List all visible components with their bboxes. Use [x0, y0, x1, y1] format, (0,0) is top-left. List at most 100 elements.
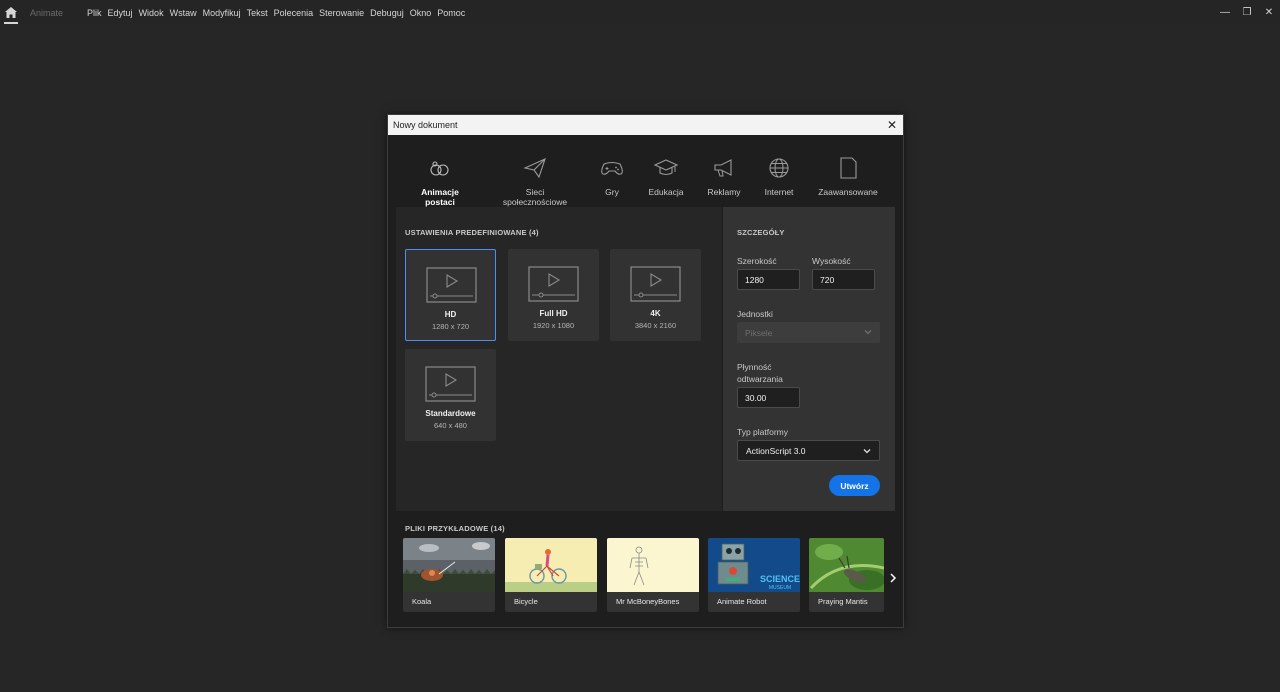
height-input[interactable]: 720	[812, 269, 875, 290]
width-label: Szerokość	[737, 256, 777, 266]
preset-hd[interactable]: HD 1280 x 720	[405, 249, 496, 341]
platform-label: Typ platformy	[737, 427, 789, 437]
preset-name: HD	[444, 310, 457, 319]
graduation-cap-icon	[653, 159, 679, 176]
new-document-dialog: Nowy dokument ✕ Animacje postaci Sieci s…	[387, 114, 904, 628]
minimize-button[interactable]: —	[1214, 0, 1236, 25]
sample-name: Praying Mantis	[818, 597, 868, 606]
menu-edytuj[interactable]: Edytuj	[108, 8, 133, 18]
width-input[interactable]: 1280	[737, 269, 800, 290]
tab-label: Animacje postaci	[421, 187, 459, 207]
dialog-close-button[interactable]: ✕	[886, 118, 898, 132]
thumb-text-science: SCIENCE	[760, 574, 800, 584]
chevron-down-icon	[863, 449, 871, 454]
close-app-button[interactable]: ✕	[1258, 0, 1280, 25]
units-value: Piksele	[745, 327, 773, 338]
dialog-titlebar: Nowy dokument ✕	[388, 115, 903, 135]
restore-button[interactable]: ❐	[1236, 0, 1258, 25]
presets-title: USTAWIENIA PREDEFINIOWANE (4)	[405, 228, 539, 237]
gamepad-icon	[601, 161, 623, 175]
tab-reklamy[interactable]: Reklamy	[704, 157, 744, 197]
menu-tekst[interactable]: Tekst	[247, 8, 268, 18]
paper-plane-icon	[523, 157, 546, 179]
details-title: SZCZEGÓŁY	[737, 228, 785, 237]
mantis-thumbnail	[809, 538, 884, 592]
dialog-title: Nowy dokument	[393, 120, 458, 130]
tab-label: Sieci społecznościowe	[502, 187, 568, 207]
preset-name: Standardowe	[425, 409, 476, 418]
skeleton-thumbnail	[607, 538, 699, 592]
preset-size: 1280 x 720	[431, 322, 470, 331]
preset-size: 640 x 480	[434, 421, 467, 430]
sample-bicycle[interactable]: Bicycle	[505, 538, 597, 612]
character-animation-icon	[430, 161, 449, 176]
samples-title: PLIKI PRZYKŁADOWE (14)	[405, 524, 505, 533]
menu-okno[interactable]: Okno	[410, 8, 432, 18]
platform-value: ActionScript 3.0	[746, 445, 806, 456]
home-button[interactable]	[0, 0, 22, 25]
menu-sterowanie[interactable]: Sterowanie	[319, 8, 364, 18]
tab-label: Zaawansowane	[818, 187, 878, 197]
sample-name: Bicycle	[514, 597, 538, 606]
preset-name: Full HD	[539, 309, 568, 318]
units-select: Piksele	[737, 322, 880, 343]
tab-gry[interactable]: Gry	[596, 157, 628, 197]
preset-standardowe[interactable]: Standardowe 640 x 480	[405, 349, 496, 441]
video-preset-icon	[630, 266, 681, 302]
tab-edukacja[interactable]: Edukacja	[645, 157, 687, 197]
sample-name: Animate Robot	[717, 597, 767, 606]
koala-thumbnail	[403, 538, 495, 592]
video-preset-icon	[425, 366, 476, 402]
details-panel: SZCZEGÓŁY Szerokość 1280 Wysokość 720 Je…	[723, 207, 895, 511]
sample-praying-mantis[interactable]: Praying Mantis	[809, 538, 884, 612]
menu-plik[interactable]: Plik	[87, 8, 102, 18]
home-icon	[5, 7, 17, 18]
globe-icon	[769, 158, 789, 178]
preset-size: 3840 x 2160	[634, 321, 677, 330]
height-label: Wysokość	[812, 256, 851, 266]
sample-name: Koala	[412, 597, 432, 606]
home-active-indicator	[4, 22, 18, 24]
tab-label: Internet	[764, 187, 794, 197]
sample-animate-robot[interactable]: SCIENCE MUSEUM Animate Robot	[708, 538, 800, 612]
tab-zaawansowane[interactable]: Zaawansowane	[816, 157, 880, 197]
menu-debuguj[interactable]: Debuguj	[370, 8, 404, 18]
window-controls: — ❐ ✕	[1214, 0, 1280, 25]
menu-polecenia[interactable]: Polecenia	[274, 8, 314, 18]
chevron-down-icon	[864, 330, 872, 335]
sample-mr-mcboneybones[interactable]: Mr McBoneyBones	[607, 538, 699, 612]
preset-full-hd[interactable]: Full HD 1920 x 1080	[508, 249, 599, 341]
menu-wstaw[interactable]: Wstaw	[170, 8, 197, 18]
tab-animacje-postaci[interactable]: Animacje postaci	[408, 157, 472, 214]
category-tabs: Animacje postaci Sieci społecznościowe G…	[388, 135, 903, 214]
framerate-input[interactable]: 30.00	[737, 387, 800, 408]
menu-modyfikuj[interactable]: Modyfikuj	[203, 8, 241, 18]
chevron-right-icon[interactable]	[888, 572, 898, 584]
tab-internet[interactable]: Internet	[761, 157, 797, 197]
bicycle-thumbnail	[505, 538, 597, 592]
tab-label: Edukacja	[648, 187, 684, 197]
tab-label: Reklamy	[707, 187, 741, 197]
platform-select[interactable]: ActionScript 3.0	[737, 440, 880, 461]
preset-4k[interactable]: 4K 3840 x 2160	[610, 249, 701, 341]
tab-sieci-spolecznosciowe[interactable]: Sieci społecznościowe	[495, 157, 575, 207]
megaphone-icon	[714, 159, 732, 177]
video-preset-icon	[426, 267, 477, 303]
create-button[interactable]: Utwórz	[829, 475, 880, 496]
presets-panel: USTAWIENIA PREDEFINIOWANE (4) HD 1280 x …	[396, 207, 722, 511]
framerate-label-line1: Płynność	[737, 362, 772, 372]
tab-label: Gry	[605, 187, 619, 197]
sample-files-panel: PLIKI PRZYKŁADOWE (14) Koala Bicycle Mr …	[396, 512, 898, 622]
preset-size: 1920 x 1080	[532, 321, 575, 330]
video-preset-icon	[528, 266, 579, 302]
menu-pomoc[interactable]: Pomoc	[437, 8, 465, 18]
menu-bar: Animate Plik Edytuj Widok Wstaw Modyfiku…	[0, 0, 1280, 25]
menu-widok[interactable]: Widok	[139, 8, 164, 18]
robot-thumbnail: SCIENCE MUSEUM	[708, 538, 800, 592]
units-label: Jednostki	[737, 309, 773, 319]
sample-koala[interactable]: Koala	[403, 538, 495, 612]
thumb-text-museum: MUSEUM	[769, 585, 791, 591]
app-name: Animate	[30, 7, 64, 18]
preset-name: 4K	[650, 309, 661, 318]
sample-name: Mr McBoneyBones	[616, 597, 680, 606]
